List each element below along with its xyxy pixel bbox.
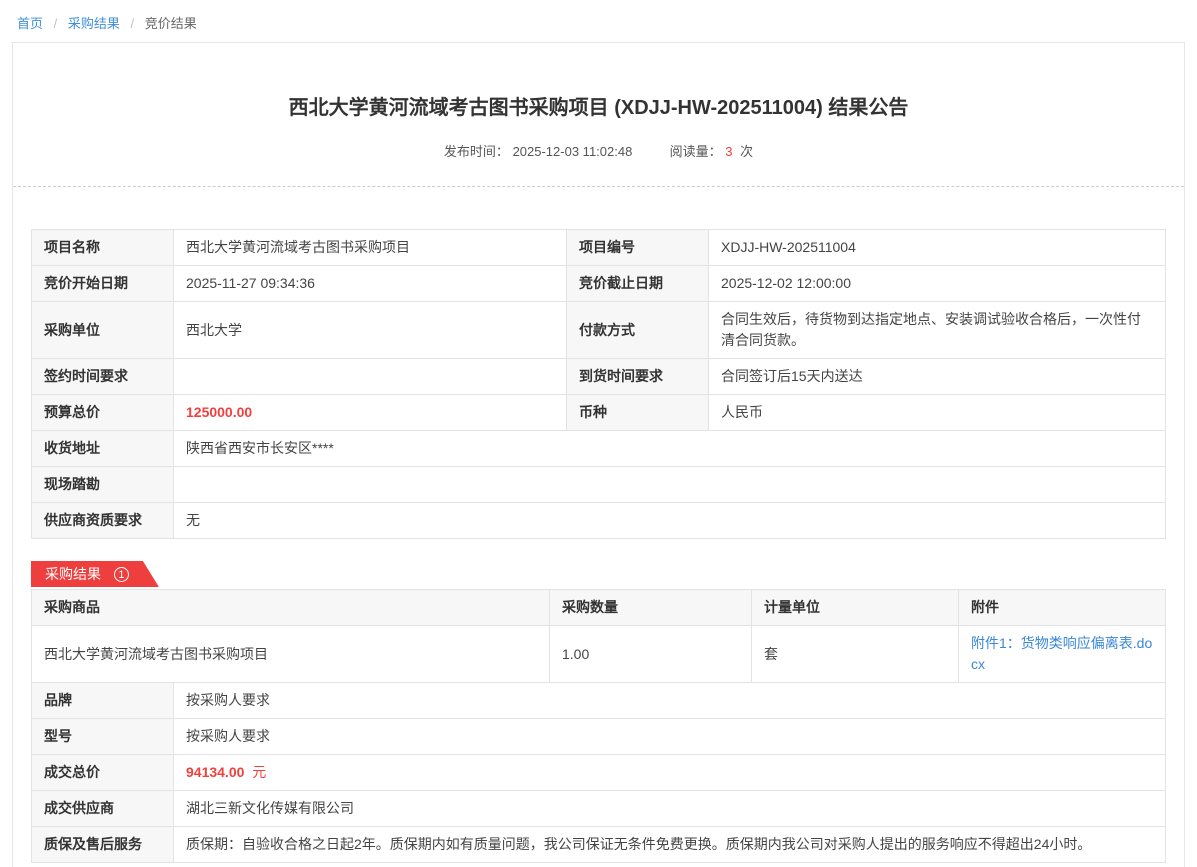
cell-label: 付款方式: [567, 302, 709, 359]
attachment-link[interactable]: 附件1：货物类响应偏离表.docx: [971, 635, 1152, 672]
cell-label: 到货时间要求: [567, 359, 709, 395]
publish-meta: 发布时间： 2025-12-03 11:02:48 阅读量： 3 次: [31, 141, 1166, 160]
cell-attachment: 附件1：货物类响应偏离表.docx: [959, 626, 1166, 683]
cell-value: 125000.00: [174, 395, 567, 431]
cell-label: 型号: [32, 719, 174, 755]
cell-value: XDJJ-HW-202511004: [709, 230, 1166, 266]
breadcrumb-separator: /: [131, 16, 135, 31]
cell-label: 成交供应商: [32, 791, 174, 827]
table-row: 西北大学黄河流域考古图书采购项目 1.00 套 附件1：货物类响应偏离表.doc…: [32, 626, 1166, 683]
table-row: 质保及售后服务 质保期：自验收合格之日起2年。质保期内如有质量问题，我公司保证无…: [32, 827, 1166, 863]
breadcrumb-separator: /: [54, 16, 58, 31]
cell-label: 竞价开始日期: [32, 266, 174, 302]
cell-value: 质保期：自验收合格之日起2年。质保期内如有质量问题，我公司保证无条件免费更换。质…: [174, 827, 1166, 863]
cell-value: 合同签订后15天内送达: [709, 359, 1166, 395]
cell-value: 人民币: [709, 395, 1166, 431]
breadcrumb-link-home[interactable]: 首页: [17, 16, 43, 31]
read-count-value: 3: [725, 144, 732, 159]
result-badge-count: 1: [114, 567, 129, 582]
breadcrumb-current: 竞价结果: [145, 16, 197, 31]
table-row: 成交总价 94134.00 元: [32, 755, 1166, 791]
breadcrumb: 首页 / 采购结果 / 竞价结果: [0, 0, 1197, 42]
budget-total-value: 125000.00: [186, 404, 252, 420]
column-header: 采购数量: [550, 590, 752, 626]
cell-value: 合同生效后，待货物到达指定地点、安装调试验收合格后，一次性付清合同货款。: [709, 302, 1166, 359]
cell-value: 2025-11-27 09:34:36: [174, 266, 567, 302]
table-row: 竞价开始日期 2025-11-27 09:34:36 竞价截止日期 2025-1…: [32, 266, 1166, 302]
cell-label: 成交总价: [32, 755, 174, 791]
result-section-header: 采购结果 1: [31, 561, 1166, 587]
product-quantity: 1.00: [550, 626, 752, 683]
cell-value: [174, 467, 1166, 503]
table-row: 品牌 按采购人要求: [32, 683, 1166, 719]
table-row: 成交供应商 湖北三新文化传媒有限公司: [32, 791, 1166, 827]
product-name: 西北大学黄河流域考古图书采购项目: [32, 626, 550, 683]
cell-value: 94134.00 元: [174, 755, 1166, 791]
cell-label: 项目编号: [567, 230, 709, 266]
cell-value: 无: [174, 503, 1166, 539]
dashed-divider: [13, 186, 1184, 187]
cell-label: 收货地址: [32, 431, 174, 467]
column-header: 计量单位: [752, 590, 959, 626]
product-unit: 套: [752, 626, 959, 683]
announcement-card: 西北大学黄河流域考古图书采购项目 (XDJJ-HW-202511004) 结果公…: [12, 42, 1185, 867]
table-row: 型号 按采购人要求: [32, 719, 1166, 755]
cell-label: 采购单位: [32, 302, 174, 359]
cell-value: 按采购人要求: [174, 719, 1166, 755]
deal-total-price-unit: 元: [252, 764, 266, 780]
cell-value: 西北大学: [174, 302, 567, 359]
cell-label: 现场踏勘: [32, 467, 174, 503]
cell-label: 供应商资质要求: [32, 503, 174, 539]
cell-label: 项目名称: [32, 230, 174, 266]
table-row: 预算总价 125000.00 币种 人民币: [32, 395, 1166, 431]
column-header: 采购商品: [32, 590, 550, 626]
cell-label: 预算总价: [32, 395, 174, 431]
table-row: 现场踏勘: [32, 467, 1166, 503]
table-row: 采购单位 西北大学 付款方式 合同生效后，待货物到达指定地点、安装调试验收合格后…: [32, 302, 1166, 359]
result-detail-table: 品牌 按采购人要求 型号 按采购人要求 成交总价 94134.00 元 成交供应…: [31, 682, 1166, 863]
cell-value: 2025-12-02 12:00:00: [709, 266, 1166, 302]
cell-label: 币种: [567, 395, 709, 431]
cell-value: 按采购人要求: [174, 683, 1166, 719]
project-info-table: 项目名称 西北大学黄河流域考古图书采购项目 项目编号 XDJJ-HW-20251…: [31, 229, 1166, 539]
cell-label: 质保及售后服务: [32, 827, 174, 863]
deal-total-price: 94134.00: [186, 764, 244, 780]
column-header: 附件: [959, 590, 1166, 626]
table-row: 收货地址 陕西省西安市长安区****: [32, 431, 1166, 467]
cell-value: 陕西省西安市长安区****: [174, 431, 1166, 467]
publish-time-value: 2025-12-03 11:02:48: [513, 144, 633, 159]
cell-value: 西北大学黄河流域考古图书采购项目: [174, 230, 567, 266]
breadcrumb-link-procurement-results[interactable]: 采购结果: [68, 16, 120, 31]
table-row: 供应商资质要求 无: [32, 503, 1166, 539]
page-title: 西北大学黄河流域考古图书采购项目 (XDJJ-HW-202511004) 结果公…: [31, 43, 1166, 120]
result-badge: 采购结果 1: [31, 561, 159, 587]
cell-label: 竞价截止日期: [567, 266, 709, 302]
result-badge-label: 采购结果: [45, 566, 101, 582]
table-header-row: 采购商品 采购数量 计量单位 附件: [32, 590, 1166, 626]
read-count-label: 阅读量：: [670, 144, 722, 159]
cell-label: 签约时间要求: [32, 359, 174, 395]
result-table: 采购商品 采购数量 计量单位 附件 西北大学黄河流域考古图书采购项目 1.00 …: [31, 589, 1166, 683]
table-row: 项目名称 西北大学黄河流域考古图书采购项目 项目编号 XDJJ-HW-20251…: [32, 230, 1166, 266]
cell-value: [174, 359, 567, 395]
cell-label: 品牌: [32, 683, 174, 719]
read-count-unit: 次: [740, 144, 753, 159]
publish-time-label: 发布时间：: [444, 144, 509, 159]
cell-value: 湖北三新文化传媒有限公司: [174, 791, 1166, 827]
table-row: 签约时间要求 到货时间要求 合同签订后15天内送达: [32, 359, 1166, 395]
